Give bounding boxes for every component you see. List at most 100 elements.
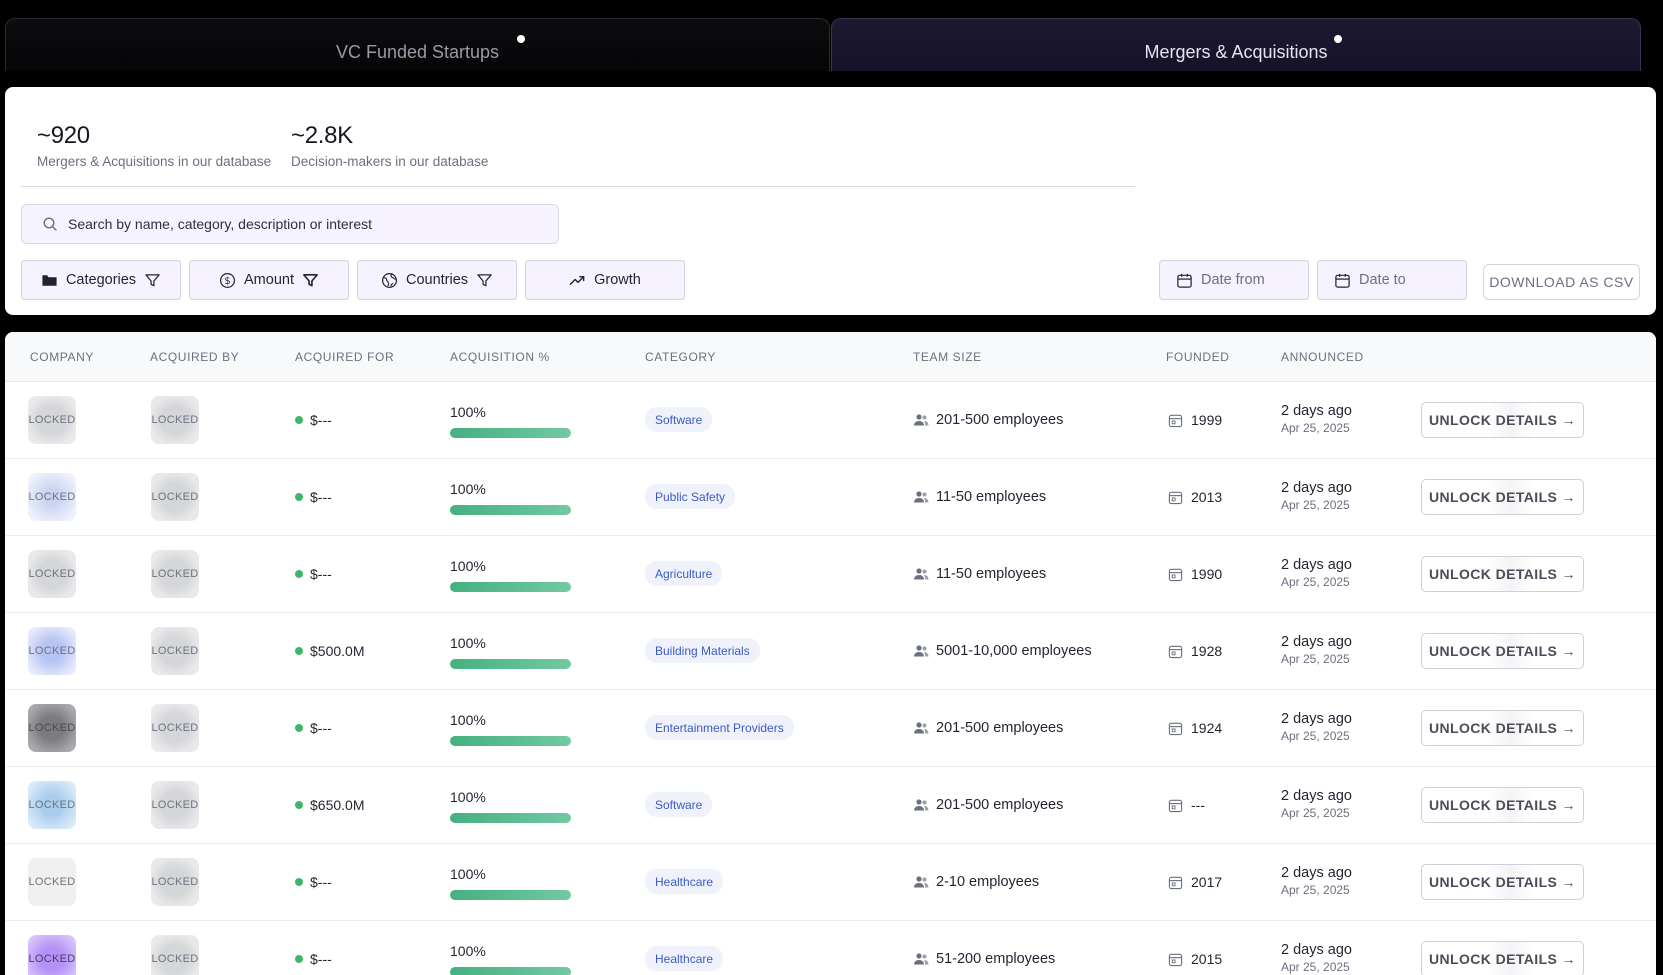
founded-year: 1990 <box>1168 566 1222 582</box>
date-from-label: Date from <box>1201 272 1265 288</box>
users-icon <box>914 414 929 426</box>
stat-decision-makers: ~2.8K Decision-makers in our database <box>291 122 488 169</box>
amount-value: $650.0M <box>310 797 365 813</box>
amount-filter-button[interactable]: $ Amount <box>189 260 349 300</box>
unlock-details-button[interactable]: UNLOCK DETAILS → <box>1421 556 1584 592</box>
tab-vc-funded-startups[interactable]: VC Funded Startups <box>5 18 830 71</box>
unlock-details-button[interactable]: UNLOCK DETAILS → <box>1421 402 1584 438</box>
acquisition-percent: 100% <box>450 712 486 728</box>
announced: 2 days ago Apr 25, 2025 <box>1281 634 1352 666</box>
globe-icon <box>381 272 397 288</box>
unlock-details-button[interactable]: UNLOCK DETAILS → <box>1421 941 1584 975</box>
download-csv-button[interactable]: DOWNLOAD AS CSV <box>1483 264 1640 300</box>
table-row[interactable]: LOCKED LOCKED $500.0M 100% Building Material… <box>5 613 1656 690</box>
tab-mergers-acquisitions[interactable]: Mergers & Acquisitions <box>831 18 1641 71</box>
founded-value: --- <box>1191 797 1205 813</box>
column-header-company[interactable]: COMPANY <box>30 350 94 364</box>
status-dot <box>295 801 303 809</box>
status-dot <box>295 570 303 578</box>
unlock-details-button[interactable]: UNLOCK DETAILS → <box>1421 787 1584 823</box>
acquisition-progress-bar <box>450 967 571 975</box>
announced: 2 days ago Apr 25, 2025 <box>1281 788 1352 820</box>
team-size-value: 201-500 employees <box>936 720 1064 736</box>
tab-indicator-dot <box>1334 35 1342 43</box>
svg-text:$: $ <box>224 276 230 287</box>
tab-label: VC Funded Startups <box>335 42 500 62</box>
search-icon <box>43 217 57 231</box>
column-header-announced[interactable]: ANNOUNCED <box>1281 350 1364 364</box>
tab-indicator-dot <box>517 35 525 43</box>
founded-value: 2013 <box>1191 489 1223 505</box>
acquirer-logo-locked: LOCKED <box>151 858 199 906</box>
acquisition-percent: 100% <box>450 481 486 497</box>
unlock-details-button[interactable]: UNLOCK DETAILS → <box>1421 633 1584 669</box>
announced-relative: 2 days ago <box>1281 788 1352 804</box>
acquired-for: $--- <box>295 412 332 428</box>
search-input[interactable] <box>68 216 548 232</box>
tab-label: Mergers & Acquisitions <box>1144 42 1328 62</box>
acquired-for: $--- <box>295 951 332 967</box>
filter-icon <box>303 273 318 286</box>
table-row[interactable]: LOCKED LOCKED $--- 100% Entertainment Provid… <box>5 690 1656 767</box>
amount-value: $--- <box>310 720 332 736</box>
acquisition-percent: 100% <box>450 404 486 420</box>
date-from-picker[interactable]: Date from <box>1159 260 1309 300</box>
acquisition-percent: 100% <box>450 789 486 805</box>
table-row[interactable]: LOCKED LOCKED $--- 100% Agriculture 11-50 emp… <box>5 536 1656 613</box>
category-badge[interactable]: Software <box>645 792 713 817</box>
search-box[interactable] <box>21 204 559 244</box>
table-row[interactable]: LOCKED LOCKED $--- 100% Healthcare 51-200 emp… <box>5 921 1656 975</box>
category-badge[interactable]: Healthcare <box>645 946 724 971</box>
unlock-details-button[interactable]: UNLOCK DETAILS → <box>1421 479 1584 515</box>
table-row[interactable]: LOCKED LOCKED $--- 100% Software 201-500 empl… <box>5 382 1656 459</box>
column-header-acquisition-pct[interactable]: ACQUISITION % <box>450 350 550 364</box>
acquisition-progress-bar <box>450 813 571 823</box>
acquisition-progress-bar <box>450 582 571 592</box>
dollar-icon: $ <box>219 272 236 288</box>
column-header-acquired-for[interactable]: ACQUIRED FOR <box>295 350 394 364</box>
announced: 2 days ago Apr 25, 2025 <box>1281 403 1352 435</box>
acquired-for: $--- <box>295 720 332 736</box>
company-logo-locked: LOCKED <box>28 473 76 521</box>
table-row[interactable]: LOCKED LOCKED $--- 100% Public Safety 11-50 e… <box>5 459 1656 536</box>
category-badge[interactable]: Software <box>645 407 713 432</box>
categories-filter-button[interactable]: Categories <box>21 260 181 300</box>
announced-date: Apr 25, 2025 <box>1281 729 1350 743</box>
column-header-founded[interactable]: FOUNDED <box>1166 350 1230 364</box>
table-row[interactable]: LOCKED LOCKED $--- 100% Healthcare 2-10 emplo… <box>5 844 1656 921</box>
announced-date: Apr 25, 2025 <box>1281 575 1350 589</box>
team-size-value: 201-500 employees <box>936 797 1064 813</box>
acquired-for: $--- <box>295 489 332 505</box>
company-logo-locked: LOCKED <box>28 858 76 906</box>
date-to-picker[interactable]: Date to <box>1317 260 1467 300</box>
stat-label: Mergers & Acquisitions in our database <box>37 154 272 169</box>
announced: 2 days ago Apr 25, 2025 <box>1281 557 1352 589</box>
amount-value: $--- <box>310 412 332 428</box>
folder-icon <box>42 274 57 286</box>
announced-date: Apr 25, 2025 <box>1281 652 1350 666</box>
category-badge[interactable]: Building Materials <box>645 638 760 663</box>
company-logo-locked: LOCKED <box>28 781 76 829</box>
acquirer-logo-locked: LOCKED <box>151 704 199 752</box>
countries-filter-button[interactable]: Countries <box>357 260 517 300</box>
column-header-acquired-by[interactable]: ACQUIRED BY <box>150 350 239 364</box>
acquired-for: $--- <box>295 566 332 582</box>
category-badge[interactable]: Healthcare <box>645 869 724 894</box>
category-badge[interactable]: Public Safety <box>645 484 736 509</box>
announced: 2 days ago Apr 25, 2025 <box>1281 711 1352 743</box>
category-badge[interactable]: Agriculture <box>645 561 723 586</box>
announced-relative: 2 days ago <box>1281 942 1352 958</box>
unlock-details-button[interactable]: UNLOCK DETAILS → <box>1421 710 1584 746</box>
acquisition-progress-bar <box>450 890 571 900</box>
team-size: 11-50 employees <box>913 489 1046 505</box>
calendar-icon <box>1177 273 1192 288</box>
team-size: 11-50 employees <box>913 566 1046 582</box>
table-row[interactable]: LOCKED LOCKED $650.0M 100% Software 201-500 e… <box>5 767 1656 844</box>
category-badge[interactable]: Entertainment Providers <box>645 715 794 740</box>
unlock-details-button[interactable]: UNLOCK DETAILS → <box>1421 864 1584 900</box>
growth-filter-button[interactable]: Growth <box>525 260 685 300</box>
calendar-icon <box>1168 491 1183 504</box>
column-header-team-size[interactable]: TEAM SIZE <box>913 350 982 364</box>
founded-year: 1924 <box>1168 720 1222 736</box>
column-header-category[interactable]: CATEGORY <box>645 350 716 364</box>
